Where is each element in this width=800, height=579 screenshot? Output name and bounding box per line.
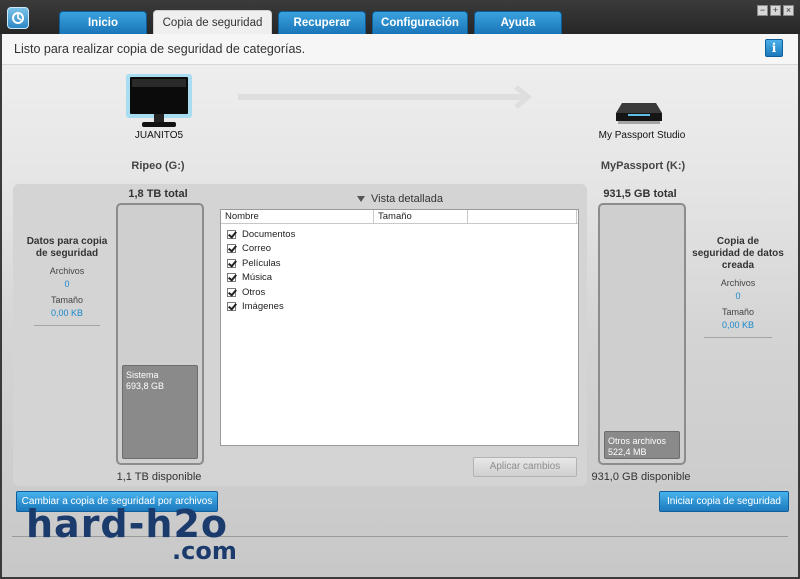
start-backup-button[interactable]: Iniciar copia de seguridad bbox=[659, 491, 789, 512]
target-files-value: 0 bbox=[735, 291, 741, 301]
category-label: Música bbox=[242, 272, 273, 284]
computer-name: JUANITO5 bbox=[134, 130, 184, 141]
source-capacity-bar: Sistema 693,8 GB bbox=[116, 203, 204, 465]
source-size-label: Tamaño bbox=[50, 295, 84, 305]
app-logo-icon bbox=[7, 7, 29, 29]
category-list: Nombre Tamaño Documentos Correo Películas M… bbox=[220, 209, 579, 446]
maximize-button[interactable]: + bbox=[770, 5, 781, 16]
tab-configuracion[interactable]: Configuración bbox=[372, 11, 468, 34]
external-drive-icon bbox=[614, 99, 664, 127]
source-files-label: Archivos bbox=[49, 266, 85, 276]
target-segment-size: 522,4 MB bbox=[608, 447, 647, 457]
category-item[interactable]: Música bbox=[221, 271, 578, 286]
source-segment-size: 693,8 GB bbox=[126, 381, 165, 391]
target-stats: Copia de seguridad de datos creada Archi… bbox=[692, 236, 784, 338]
column-nombre[interactable]: Nombre bbox=[221, 210, 374, 223]
checkbox-checked-icon[interactable] bbox=[227, 244, 236, 254]
category-item[interactable]: Imágenes bbox=[221, 300, 578, 315]
category-item[interactable]: Correo bbox=[221, 242, 578, 257]
info-icon[interactable]: i bbox=[765, 39, 783, 57]
tab-recuperar[interactable]: Recuperar bbox=[278, 11, 366, 34]
tab-ayuda[interactable]: Ayuda bbox=[474, 11, 562, 34]
checkbox-checked-icon[interactable] bbox=[227, 302, 236, 312]
target-size-value: 0,00 KB bbox=[721, 320, 755, 330]
minimize-button[interactable]: − bbox=[757, 5, 768, 16]
status-text: Listo para realizar copia de seguridad d… bbox=[14, 42, 306, 56]
category-label: Otros bbox=[242, 286, 266, 298]
tab-inicio[interactable]: Inicio bbox=[59, 11, 147, 34]
target-files-label: Archivos bbox=[720, 278, 756, 288]
source-stats: Datos para copia de seguridad Archivos 0… bbox=[22, 236, 112, 326]
category-items: Documentos Correo Películas Música Otros Imág… bbox=[221, 224, 578, 314]
target-size-label: Tamaño bbox=[721, 307, 755, 317]
apply-changes-button[interactable]: Aplicar cambios bbox=[473, 457, 577, 477]
source-used-segment: Sistema 693,8 GB bbox=[122, 365, 198, 459]
source-available: 1,1 TB disponible bbox=[116, 471, 202, 483]
category-label: Películas bbox=[242, 257, 281, 269]
target-stats-divider bbox=[704, 337, 772, 338]
column-empty bbox=[468, 210, 577, 223]
triangle-down-icon bbox=[357, 196, 365, 202]
watermark-domain: .com bbox=[172, 537, 237, 565]
source-stats-divider bbox=[34, 325, 100, 326]
source-size-value: 0,00 KB bbox=[50, 308, 84, 318]
source-stats-title: Datos para copia de seguridad bbox=[26, 236, 108, 259]
target-available: 931,0 GB disponible bbox=[591, 471, 691, 483]
tab-copia-de-seguridad[interactable]: Copia de seguridad bbox=[153, 10, 272, 35]
list-header: Nombre Tamaño bbox=[221, 210, 578, 224]
arrow-right-icon bbox=[238, 85, 538, 109]
category-item[interactable]: Películas bbox=[221, 256, 578, 271]
checkbox-checked-icon[interactable] bbox=[227, 273, 236, 283]
checkbox-checked-icon[interactable] bbox=[227, 229, 236, 239]
source-files-value: 0 bbox=[64, 279, 70, 289]
column-tamano[interactable]: Tamaño bbox=[374, 210, 468, 223]
source-segment-name: Sistema bbox=[126, 370, 159, 380]
backup-content: Listo para realizar copia de seguridad d… bbox=[2, 34, 798, 577]
category-label: Imágenes bbox=[242, 301, 284, 313]
computer-icon bbox=[124, 72, 194, 132]
status-bar: Listo para realizar copia de seguridad d… bbox=[2, 34, 798, 65]
source-total: 1,8 TB total bbox=[128, 188, 188, 200]
checkbox-checked-icon[interactable] bbox=[227, 287, 236, 297]
category-label: Documentos bbox=[242, 228, 296, 240]
checkbox-checked-icon[interactable] bbox=[227, 258, 236, 268]
category-item[interactable]: Otros bbox=[221, 285, 578, 300]
detailed-view-toggle[interactable]: Vista detallada bbox=[357, 193, 443, 205]
target-capacity-bar: Otros archivos 522,4 MB bbox=[598, 203, 686, 465]
source-drive-name: Ripeo (G:) bbox=[131, 160, 185, 172]
category-label: Correo bbox=[242, 243, 272, 255]
title-bar: Inicio Copia de seguridad Recuperar Conf… bbox=[0, 0, 800, 35]
target-used-segment: Otros archivos 522,4 MB bbox=[604, 431, 680, 459]
target-stats-title: Copia de seguridad de datos creada bbox=[692, 236, 784, 271]
target-segment-name: Otros archivos bbox=[608, 436, 667, 446]
target-total: 931,5 GB total bbox=[603, 188, 677, 200]
detailed-view-label: Vista detallada bbox=[371, 193, 443, 205]
category-item[interactable]: Documentos bbox=[221, 227, 578, 242]
close-button[interactable]: × bbox=[783, 5, 794, 16]
target-drive-name: MyPassport (K:) bbox=[600, 160, 686, 172]
target-device-name: My Passport Studio bbox=[598, 130, 686, 141]
